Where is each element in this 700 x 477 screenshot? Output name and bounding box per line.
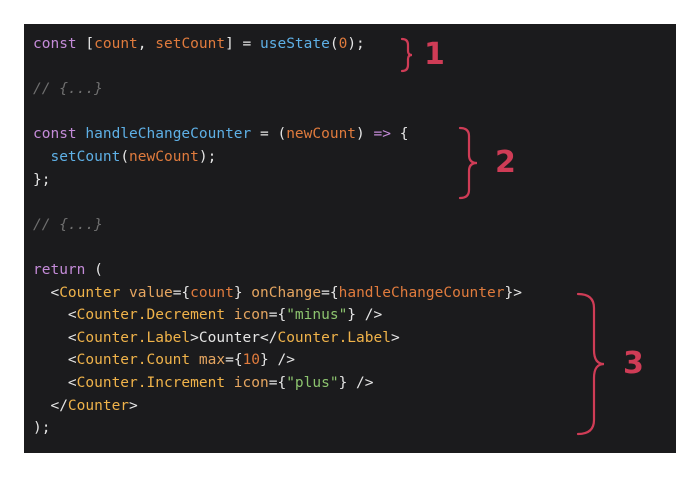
annotation-2: 2 xyxy=(458,126,518,200)
code-token-plain: > xyxy=(129,397,138,414)
code-token-string: "plus" xyxy=(286,374,339,391)
code-token-tag: Counter xyxy=(67,397,130,414)
annotation-label-1: 1 xyxy=(424,37,445,72)
code-token-attribute: icon xyxy=(233,374,269,391)
code-token-plain: } /> xyxy=(260,352,295,369)
code-line: <Counter value={count} onChange={handleC… xyxy=(33,282,522,305)
code-token-plain: >Counter</ xyxy=(190,329,278,346)
brace-icon xyxy=(400,37,413,73)
code-token-plain: } /> xyxy=(338,374,374,391)
code-token-plain: ={ xyxy=(225,352,243,369)
code-line: <Counter.Decrement icon={"minus"} /> xyxy=(33,304,522,327)
annotation-1: 1 xyxy=(400,37,445,73)
code-token-tag: Counter.Count xyxy=(76,352,191,369)
code-token-plain: = ( xyxy=(251,126,287,143)
code-token-identifier: count xyxy=(94,36,138,52)
code-line: // {...} xyxy=(33,214,522,237)
code-token-identifier: handleChangeCounter xyxy=(338,284,505,301)
code-token-plain: < xyxy=(33,284,60,301)
code-token-comment: // {...} xyxy=(33,216,103,233)
code-line: const [count, setCount] = useState(0); xyxy=(33,33,522,56)
brace-icon xyxy=(458,126,478,200)
code-line: // {...} xyxy=(33,78,522,101)
code-token-plain: > xyxy=(390,329,400,346)
annotation-label-3: 3 xyxy=(623,346,644,381)
code-token-keyword: const xyxy=(33,126,77,143)
brace-icon xyxy=(576,292,605,436)
code-token-tag: Counter.Label xyxy=(76,329,191,346)
code-token-plain: < xyxy=(33,374,77,391)
code-token-plain: { xyxy=(390,126,409,143)
code-line: <Counter.Label>Counter</Counter.Label> xyxy=(33,327,522,350)
code-token-plain: ] = xyxy=(225,36,261,52)
code-line: <Counter.Count max={10} /> xyxy=(33,349,522,372)
code-token-plain: ={ xyxy=(321,284,339,301)
code-line: return ( xyxy=(33,259,522,282)
code-line: const handleChangeCounter = (newCount) =… xyxy=(33,123,522,146)
code-token-number: 10 xyxy=(242,352,261,369)
code-token-comment: // {...} xyxy=(33,81,103,98)
code-token-plain: ={ xyxy=(172,284,191,301)
code-token-attribute: icon xyxy=(233,307,269,324)
code-token-plain: ); xyxy=(198,148,217,165)
code-line: }; xyxy=(33,169,522,192)
code-token-plain: } /> xyxy=(347,307,383,324)
code-token-plain: < xyxy=(33,307,77,324)
code-block: const [count, setCount] = useState(0); /… xyxy=(33,33,522,440)
code-token-attribute: max xyxy=(198,352,226,369)
code-token-plain: ); xyxy=(33,420,51,437)
code-token-plain: } xyxy=(233,284,252,301)
code-token-keyword: return xyxy=(33,261,86,278)
code-token-plain: ( xyxy=(120,148,130,165)
annotation-label-2: 2 xyxy=(495,145,516,180)
code-token-identifier: newCount xyxy=(129,148,199,165)
annotation-3: 3 xyxy=(576,292,656,438)
code-token-plain: ={ xyxy=(268,307,287,324)
code-token-tag: Counter.Decrement xyxy=(76,307,226,324)
code-token-plain: ) xyxy=(356,126,374,143)
code-token-tag: Counter.Label xyxy=(277,329,391,346)
code-token-plain: ); xyxy=(347,36,365,52)
code-token-plain: ={ xyxy=(268,374,287,391)
code-token-plain: < xyxy=(33,352,77,369)
code-token-attribute: value xyxy=(129,284,173,301)
code-token-function: handleChangeCounter xyxy=(85,126,252,143)
code-token-plain: }; xyxy=(33,171,51,188)
code-token-plain: ( xyxy=(329,36,339,52)
code-token-plain: }> xyxy=(504,284,522,301)
code-token-identifier: setCount xyxy=(155,36,226,52)
code-token-function: useState xyxy=(260,36,330,52)
code-line: <Counter.Increment icon={"plus"} /> xyxy=(33,372,522,395)
code-token-plain: [ xyxy=(76,36,95,52)
code-token-string: "minus" xyxy=(286,307,348,324)
code-line: ); xyxy=(33,417,522,440)
code-token-identifier: newCount xyxy=(286,126,357,143)
code-token-tag: Counter xyxy=(59,284,121,301)
code-token-tag: Counter.Increment xyxy=(76,374,226,391)
code-token-identifier: count xyxy=(190,284,234,301)
code-line: </Counter> xyxy=(33,395,522,418)
code-token-function: setCount xyxy=(50,148,121,165)
code-token-plain: </ xyxy=(33,397,68,414)
code-token-keyword: const xyxy=(33,36,77,52)
code-token-plain: , xyxy=(137,36,156,52)
code-token-plain: < xyxy=(33,329,77,346)
code-token-attribute: onChange xyxy=(251,284,322,301)
code-line: setCount(newCount); xyxy=(33,146,522,169)
code-token-plain: ( xyxy=(85,261,103,278)
code-token-keyword: => xyxy=(373,126,391,143)
